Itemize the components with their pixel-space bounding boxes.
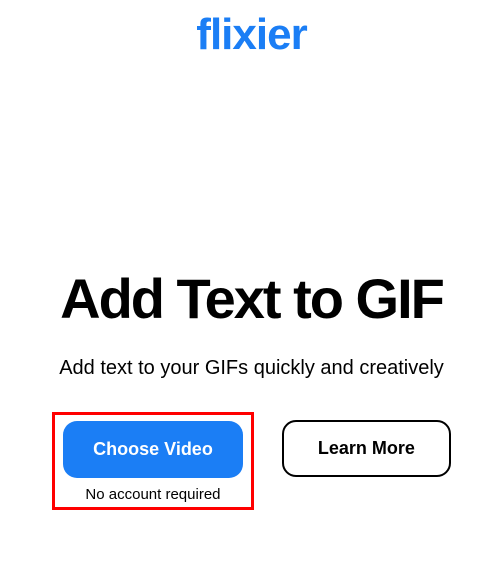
page-title: Add Text to GIF	[10, 270, 493, 329]
page-subtitle: Add text to your GIFs quickly and creati…	[10, 357, 493, 380]
highlighted-annotation-box: Choose Video No account required	[52, 412, 254, 510]
hero-section: Add Text to GIF Add text to your GIFs qu…	[0, 270, 503, 510]
choose-video-button[interactable]: Choose Video	[63, 421, 243, 478]
header: flixier	[0, 0, 503, 60]
learn-more-button[interactable]: Learn More	[282, 420, 451, 477]
no-account-label: No account required	[63, 486, 243, 503]
cta-row: Choose Video No account required Learn M…	[10, 412, 493, 510]
flixier-logo[interactable]: flixier	[0, 10, 503, 60]
